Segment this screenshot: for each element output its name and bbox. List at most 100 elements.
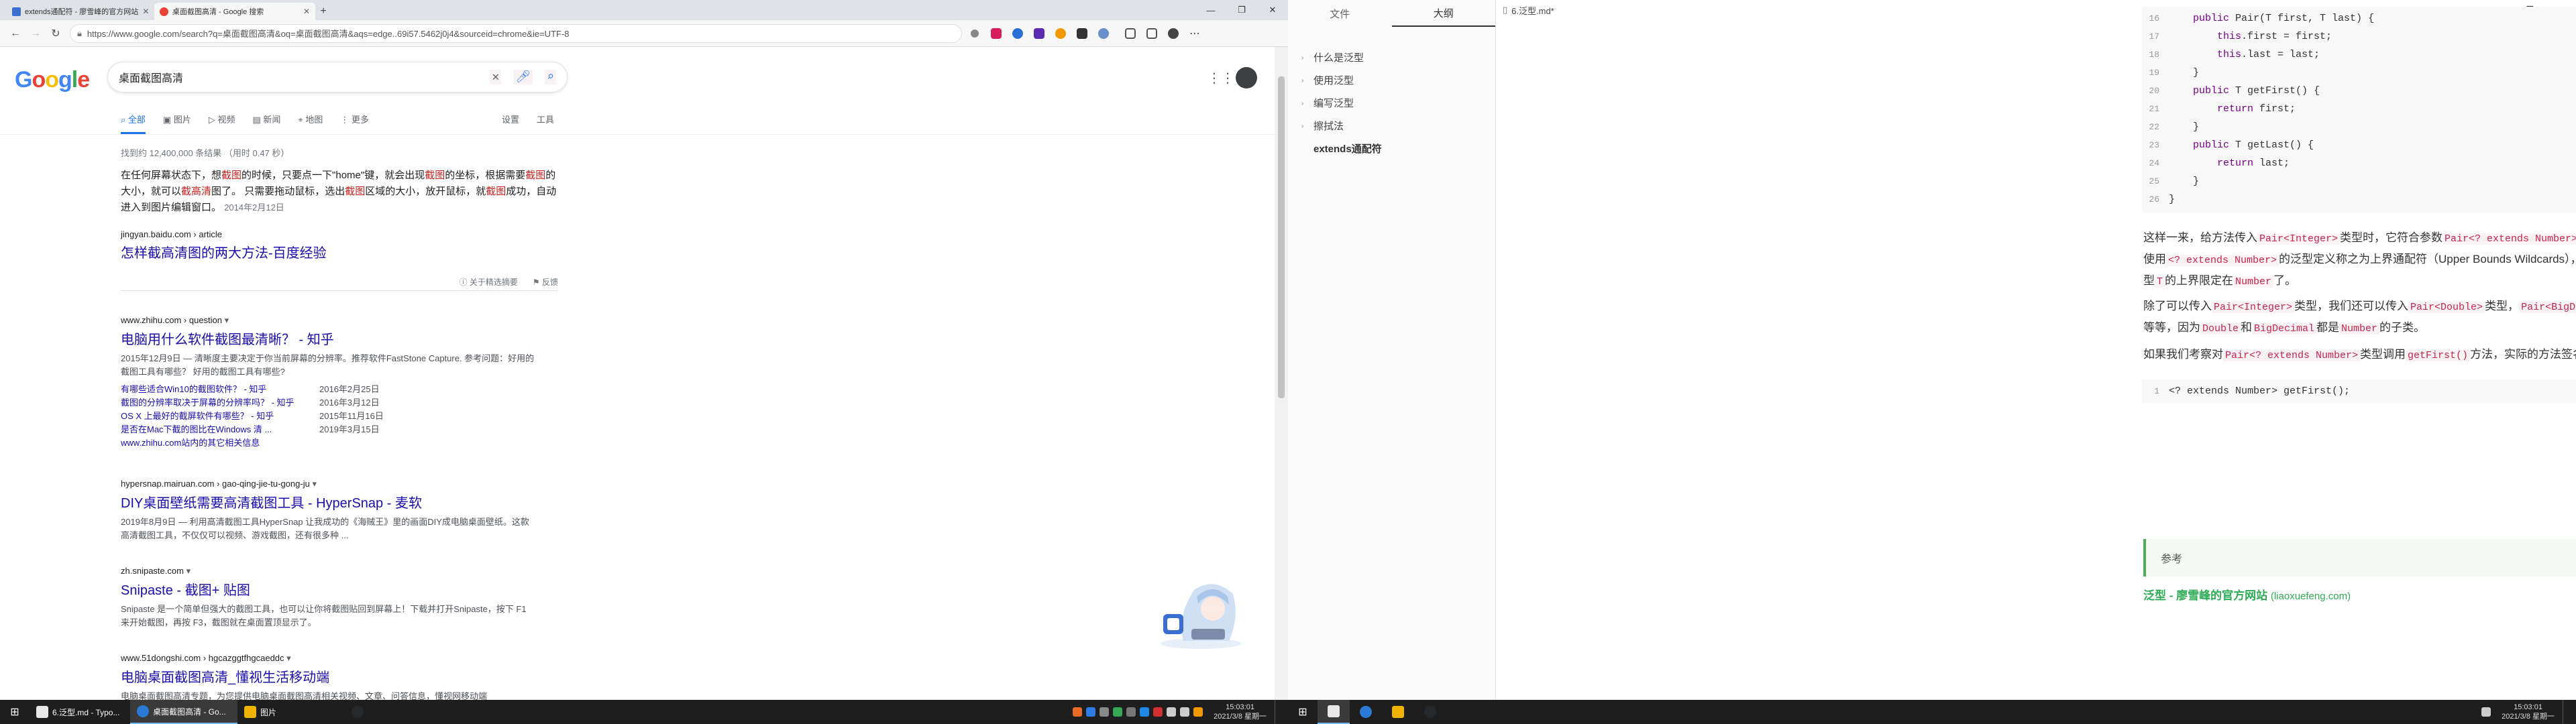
extension-icon[interactable]: [1009, 25, 1026, 42]
collections-icon[interactable]: [1143, 25, 1161, 42]
address-bar[interactable]: 🔒︎ https://www.google.com/search?q=桌面截图高…: [70, 23, 962, 43]
tab-maps[interactable]: ⌖ 地图: [298, 113, 323, 134]
result-title-link[interactable]: Snipaste - 截图+ 贴图: [121, 579, 590, 599]
outline-item[interactable]: › 什么是泛型: [1301, 47, 1495, 70]
code-block[interactable]: 1 <? extends Number> getFirst();: [2142, 379, 2576, 403]
taskbar-app-explorer[interactable]: [1382, 700, 1414, 724]
new-tab-button[interactable]: +: [315, 3, 331, 20]
result-title-link[interactable]: 怎样截高清图的两大方法-百度经验: [121, 242, 590, 261]
result-title-link[interactable]: 电脑用什么软件截图最清晰？ - 知乎: [121, 328, 590, 348]
minimize-button[interactable]: —: [1195, 0, 1226, 20]
sublink[interactable]: 是否在Mac下截的图比在Windows 清 ...: [121, 423, 319, 436]
show-desktop-button[interactable]: [2563, 700, 2567, 724]
settings-link[interactable]: 设置: [502, 113, 519, 125]
clear-icon[interactable]: ✕: [490, 70, 502, 84]
tab-all[interactable]: ⌕ 全部: [121, 113, 146, 134]
extension-icon[interactable]: [987, 25, 1005, 42]
google-logo[interactable]: Google: [15, 67, 90, 93]
tab-files[interactable]: 文件: [1288, 0, 1392, 27]
taskbar-app-typora[interactable]: [1318, 700, 1350, 724]
network-icon[interactable]: [2481, 707, 2491, 717]
result-title-link[interactable]: DIY桌面壁纸需要高清截图工具 - HyperSnap - 麦软: [121, 492, 590, 511]
forward-button[interactable]: →: [25, 23, 46, 44]
tray-app-icon[interactable]: [1140, 707, 1150, 717]
reference-link[interactable]: 泛型 - 廖雪峰的官方网站 (liaoxuefeng.com): [2143, 586, 2351, 603]
code-block[interactable]: 16 public Pair(T first, T last) {17 this…: [2142, 7, 2576, 213]
taskbar-app-edge[interactable]: 桌面截图高清 - Go...: [130, 700, 237, 724]
tray-app-icon[interactable]: [1073, 707, 1083, 717]
start-button[interactable]: ⊞: [0, 700, 30, 724]
inline-code: Pair<Double>: [2408, 302, 2485, 313]
volume-icon[interactable]: [1180, 707, 1190, 717]
tab-more[interactable]: ⋮ 更多: [340, 113, 369, 134]
tab-outline[interactable]: 大纲: [1391, 0, 1495, 27]
profile-avatar-icon[interactable]: [1165, 25, 1182, 42]
show-desktop-button[interactable]: [1275, 700, 1279, 724]
extension-icon[interactable]: [1073, 25, 1091, 42]
sublink[interactable]: 有哪些适合Win10的截图软件？ - 知乎: [121, 383, 319, 396]
refresh-button[interactable]: ↻: [46, 23, 66, 44]
about-snippet-link[interactable]: ⓘ 关于精选摘要: [460, 276, 518, 288]
outline-item-active[interactable]: extends通配符: [1301, 138, 1495, 161]
network-icon[interactable]: [1167, 707, 1177, 717]
browser-tab-google[interactable]: 桌面截图高清 - Google 搜索 ✕: [154, 3, 315, 20]
clock[interactable]: 15:03:01 2021/3/8 星期一: [2502, 703, 2555, 721]
sublink[interactable]: 截图的分辨率取决于屏幕的分辨率吗？ - 知乎: [121, 396, 319, 410]
tab-images[interactable]: ▣ 图片: [163, 113, 191, 134]
close-window-button[interactable]: ✕: [1257, 0, 1288, 20]
search-icon[interactable]: ⌕: [545, 70, 556, 84]
taskbar-app-github[interactable]: [345, 700, 370, 724]
tray-app-icon[interactable]: [1086, 707, 1096, 717]
avatar[interactable]: [1236, 67, 1257, 88]
result-title-link[interactable]: 电脑桌面截图高清_懂视生活移动端: [121, 666, 590, 686]
search-query[interactable]: 桌面截图高清: [119, 69, 478, 85]
outline-item[interactable]: › 擦拭法: [1301, 115, 1495, 138]
outline-item[interactable]: › 编写泛型: [1301, 93, 1495, 115]
tray-app-icon[interactable]: [1193, 707, 1203, 717]
result-stats: 找到约 12,400,000 条结果 （用时 0.47 秒）: [121, 148, 290, 158]
scrollbar-thumb[interactable]: [1278, 76, 1285, 398]
tray-app-icon[interactable]: [1113, 707, 1123, 717]
tab-videos[interactable]: ▷ 视频: [209, 113, 235, 134]
back-button[interactable]: ←: [5, 23, 25, 44]
taskbar-app-github[interactable]: [1414, 700, 1446, 724]
tray-app-icon[interactable]: [1126, 707, 1136, 717]
typora-editor: ▯ 6.泛型.md* — ❐ ✕ 16 public Pair(T first,…: [1496, 0, 2576, 700]
start-button[interactable]: ⊞: [1288, 700, 1318, 724]
tray-app-icon[interactable]: [1099, 707, 1110, 717]
page-scrollbar[interactable]: [1275, 47, 1288, 700]
favorite-star-icon[interactable]: [966, 25, 983, 42]
paragraph[interactable]: 如果我们考察对 Pair<? extends Number> 类型调用 getFirs…: [2143, 345, 2576, 366]
blockquote-reference[interactable]: 参考: [2143, 539, 2576, 577]
chevron-right-icon: ›: [1301, 54, 1304, 62]
microphone-icon[interactable]: 🎤︎: [513, 70, 533, 84]
clock[interactable]: 15:03:01 2021/3/8 星期一: [1214, 703, 1267, 721]
tools-link[interactable]: 工具: [537, 113, 554, 125]
result-description: Snipaste 是一个简单但强大的截图工具，也可以让你将截图贴回到屏幕上！下载…: [121, 604, 527, 627]
extension-icon[interactable]: [1052, 25, 1069, 42]
tray-app-icon[interactable]: [1153, 707, 1163, 717]
extension-icon[interactable]: [1095, 25, 1112, 42]
feedback-link[interactable]: ⚑ 反馈: [533, 276, 558, 288]
close-icon[interactable]: ✕: [303, 7, 310, 16]
taskbar-app-edge[interactable]: [1350, 700, 1382, 724]
snippet-footer: ⓘ 关于精选摘要 ⚑ 反馈: [121, 274, 558, 291]
inline-code: BigDecimal: [2252, 323, 2317, 335]
favorites-icon[interactable]: [1122, 25, 1139, 42]
maximize-button[interactable]: ❐: [1226, 0, 1257, 20]
liaoxuefeng-favicon-icon: [12, 7, 21, 16]
code-text: this.last = last;: [2217, 49, 2320, 60]
google-search-box[interactable]: 桌面截图高清 ✕ 🎤︎ ⌕: [107, 62, 568, 93]
more-results-link[interactable]: www.zhihu.com站内的其它相关信息: [121, 436, 319, 450]
tab-news[interactable]: ▤ 新闻: [252, 113, 280, 134]
outline-item[interactable]: › 使用泛型: [1301, 70, 1495, 93]
more-menu-icon[interactable]: ⋯: [1186, 25, 1203, 42]
sublink[interactable]: OS X 上最好的截屏软件有哪些？ - 知乎: [121, 410, 319, 423]
taskbar-app-explorer[interactable]: 图片: [237, 700, 345, 724]
paragraph[interactable]: 除了可以传入 Pair<Integer> 类型，我们还可以传入 Pair<Double…: [2143, 296, 2576, 339]
close-icon[interactable]: ✕: [142, 7, 149, 16]
browser-tab-extends[interactable]: extends通配符 - 廖雪峰的官方网站 ✕: [7, 3, 154, 20]
taskbar-app-typora[interactable]: 6.泛型.md - Typo...: [30, 700, 130, 724]
paragraph[interactable]: 这样一来，给方法传入 Pair<Integer> 类型时，它符合参数 Pair<? e…: [2143, 228, 2576, 292]
extension-icon[interactable]: [1030, 25, 1048, 42]
